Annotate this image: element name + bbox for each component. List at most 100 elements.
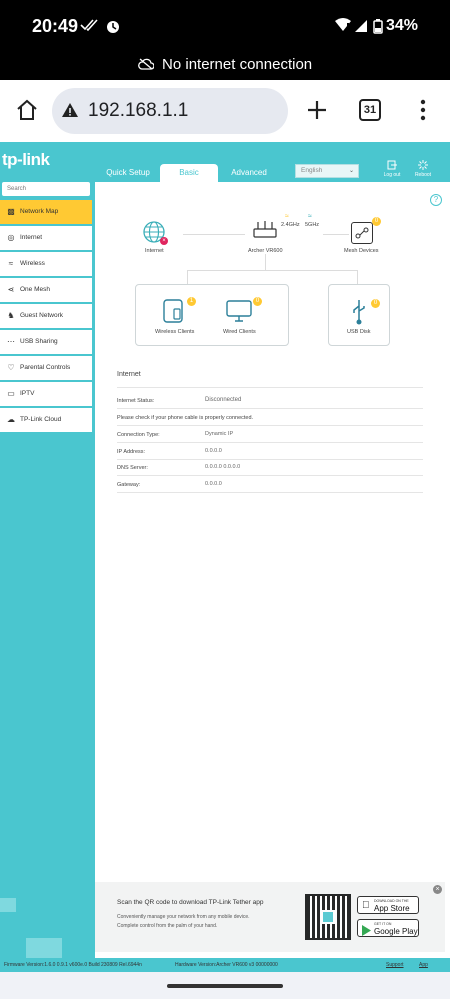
app-link[interactable]: App <box>419 962 428 968</box>
app-store-small-text: DOWNLOAD ON THE <box>374 899 409 903</box>
gateway-label: Gateway: <box>117 482 141 488</box>
wireless-clients-label: Wireless Clients <box>155 329 195 335</box>
app-store-text: App Store <box>374 904 410 913</box>
sidebar-search-input[interactable]: Search <box>2 182 90 196</box>
row-divider <box>117 475 423 476</box>
usb-count-badge: 0 <box>371 299 380 308</box>
google-play-button[interactable]: GET IT ON Google Play <box>357 919 419 937</box>
tab-basic[interactable]: Basic <box>160 164 218 182</box>
sidebar-item-label: TP-Link Cloud <box>20 416 62 423</box>
url-text[interactable]: 192.168.1.1 <box>88 100 188 122</box>
support-link[interactable]: Support <box>386 962 404 968</box>
guest-icon: ♞ <box>7 311 15 320</box>
tab-switcher-button[interactable]: 31 <box>359 99 381 121</box>
sidebar-item-network-map[interactable]: ▩ Network Map <box>0 200 92 224</box>
clock: 20:49 <box>32 16 79 36</box>
firmware-version: Firmware Version:1.6.0 0.9.1 v600e.0 Bui… <box>4 962 142 968</box>
internet-status-label: Internet Status: <box>117 398 155 404</box>
dns-server-label: DNS Server: <box>117 465 148 471</box>
chevron-down-icon: ⌄ <box>348 168 354 174</box>
sidebar-item-internet[interactable]: ◎ Internet <box>0 226 92 250</box>
system-nav-bar <box>0 972 450 999</box>
globe-icon: ◎ <box>7 233 15 242</box>
wifi-5-icon: ≈ <box>308 213 312 220</box>
close-icon[interactable]: × <box>433 885 442 894</box>
browser-toolbar: 192.168.1.1 31 <box>0 80 450 142</box>
no-internet-banner: No internet connection <box>0 56 450 80</box>
warning-icon[interactable] <box>61 102 79 123</box>
sidebar-item-parental-controls[interactable]: ♡ Parental Controls <box>0 356 92 380</box>
tab-quick-setup[interactable]: Quick Setup <box>103 164 153 182</box>
link-line <box>323 234 349 235</box>
usb-disk-card[interactable]: 0 USB Disk <box>328 284 390 346</box>
sidebar-item-tplink-cloud[interactable]: ☁ TP-Link Cloud <box>0 408 92 432</box>
band-5ghz-label: 5GHz <box>305 222 320 228</box>
wired-clients-label: Wired Clients <box>223 329 256 335</box>
router-admin-page: tp-link Quick Setup Basic Advanced Engli… <box>0 142 450 972</box>
link-line <box>183 234 245 235</box>
tablet-icon <box>163 299 183 323</box>
row-divider <box>117 425 423 426</box>
main-panel: ? × Internet Archer VR600 ≈ 2.4GHz ≈ 5GH… <box>95 182 450 972</box>
address-bar[interactable]: 192.168.1.1 <box>52 88 288 134</box>
sidebar-item-label: Wireless <box>20 260 45 267</box>
decor-shape <box>26 938 62 958</box>
usb-disk-label: USB Disk <box>347 329 371 335</box>
new-tab-icon[interactable] <box>306 99 328 126</box>
sidebar-item-usb-sharing[interactable]: ⋯ USB Sharing <box>0 330 92 354</box>
row-divider <box>117 459 423 460</box>
mesh-icon <box>355 227 369 239</box>
wifi-status-icon <box>334 18 352 37</box>
home-gesture-pill[interactable] <box>167 984 283 988</box>
sidebar-item-label: Guest Network <box>20 312 63 319</box>
router-icon <box>253 221 277 238</box>
google-play-small-text: GET IT ON <box>374 922 392 926</box>
row-divider <box>117 442 423 443</box>
reboot-button[interactable]: Reboot <box>408 160 438 178</box>
apple-icon:  <box>362 900 370 911</box>
internet-node-label: Internet <box>145 248 164 254</box>
tree-connector <box>357 270 358 284</box>
tether-title: Scan the QR code to download TP-Link Tet… <box>117 899 264 906</box>
qr-code <box>305 894 351 940</box>
dns-server-value: 0.0.0.0 0.0.0.0 <box>205 464 241 470</box>
no-internet-text: No internet connection <box>162 56 313 73</box>
wifi-icon: ≈ <box>8 259 14 268</box>
sidebar-item-guest-network[interactable]: ♞ Guest Network <box>0 304 92 328</box>
cloud-off-icon <box>137 58 155 70</box>
notification-icon <box>106 20 120 39</box>
band-24ghz-label: 2.4GHz <box>281 222 300 228</box>
connection-hint: Please check if your phone cable is prop… <box>117 415 254 421</box>
router-node[interactable] <box>253 220 277 243</box>
mesh-count-badge: 0 <box>372 217 381 226</box>
sidebar-item-label: Network Map <box>20 208 59 215</box>
done-all-icon <box>80 18 98 37</box>
help-icon[interactable]: ? <box>430 194 442 206</box>
usb-icon: ⋯ <box>7 337 15 346</box>
mesh-devices-node[interactable] <box>351 222 373 244</box>
language-select[interactable]: English ⌄ <box>295 164 359 178</box>
disconnected-icon: × <box>160 237 168 245</box>
more-menu-icon[interactable] <box>420 99 426 126</box>
usb-icon <box>351 299 367 330</box>
connection-type-label: Connection Type: <box>117 432 160 438</box>
wireless-clients-button[interactable] <box>162 299 184 328</box>
wired-clients-button[interactable] <box>226 299 252 328</box>
internet-node[interactable]: × <box>142 220 168 246</box>
home-icon[interactable] <box>16 99 38 126</box>
signal-icon <box>354 19 368 38</box>
sidebar-item-wireless[interactable]: ≈ Wireless <box>0 252 92 276</box>
tv-icon: ▭ <box>7 389 15 398</box>
router-footer: Firmware Version:1.6.0 0.9.1 v600e.0 Bui… <box>0 958 450 972</box>
wifi-24-icon: ≈ <box>285 213 289 220</box>
tab-advanced[interactable]: Advanced <box>225 164 273 182</box>
battery-percent: 34% <box>385 17 418 34</box>
mesh-icon: ⋖ <box>7 285 15 294</box>
connection-type-value: Dynamic IP <box>205 431 234 437</box>
app-store-button[interactable]:  DOWNLOAD ON THE App Store <box>357 896 419 914</box>
sidebar-item-one-mesh[interactable]: ⋖ One Mesh <box>0 278 92 302</box>
mesh-devices-label: Mesh Devices <box>344 248 379 254</box>
sidebar-item-iptv[interactable]: ▭ IPTV <box>0 382 92 406</box>
logout-button[interactable]: Log out <box>377 160 407 178</box>
logout-icon <box>387 160 397 170</box>
